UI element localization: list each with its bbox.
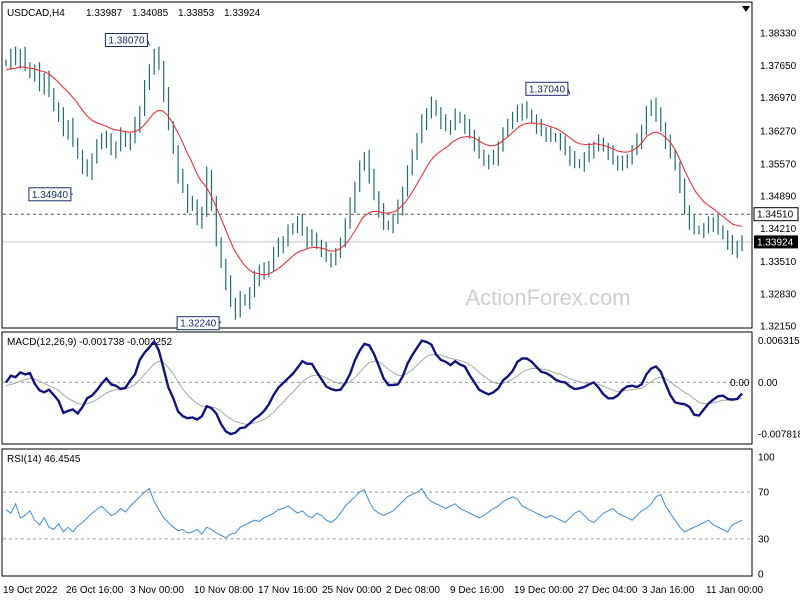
time-tick: 3 Jan 16:00 bbox=[642, 585, 695, 596]
time-tick: 25 Nov 00:00 bbox=[322, 585, 382, 596]
price-tick: 1.32150 bbox=[760, 322, 797, 333]
price-label-text: 1.32240 bbox=[180, 319, 217, 330]
price-tick: 1.34890 bbox=[760, 192, 797, 203]
price-tick: 1.35570 bbox=[760, 159, 797, 170]
macd-panel bbox=[1, 331, 753, 445]
time-tick: 10 Nov 08:00 bbox=[194, 585, 254, 596]
rsi-tick: 30 bbox=[758, 534, 770, 545]
rsi-tick: 0 bbox=[758, 570, 764, 581]
price-tick: 1.36270 bbox=[760, 126, 797, 137]
current-price-label: 1.33924 bbox=[757, 237, 794, 248]
rsi-title: RSI(14) 46.4545 bbox=[7, 454, 81, 465]
time-tick: 19 Dec 00:00 bbox=[514, 585, 574, 596]
time-tick: 27 Dec 04:00 bbox=[578, 585, 638, 596]
price-panel bbox=[1, 1, 753, 329]
time-tick: 9 Dec 16:00 bbox=[450, 585, 504, 596]
ohlc-open: 1.33987 bbox=[86, 8, 123, 19]
price-label-text: 1.34940 bbox=[32, 190, 69, 201]
macd-zero-label: 0.00 bbox=[730, 378, 750, 389]
price-axis: 1.38330 1.37650 1.36970 1.36270 1.35570 … bbox=[760, 29, 797, 333]
time-axis: 19 Oct 2022 26 Oct 16:00 3 Nov 00:00 10 … bbox=[3, 585, 764, 596]
time-tick: 11 Jan 00:00 bbox=[706, 585, 764, 596]
rsi-tick: 70 bbox=[758, 488, 770, 499]
price-tick: 1.32830 bbox=[760, 289, 797, 300]
price-label-high: 1.38070 bbox=[104, 33, 150, 47]
price-tick: 1.34210 bbox=[760, 224, 797, 235]
dashed-level-badge: 1.34510 bbox=[753, 207, 799, 222]
time-tick: 19 Oct 2022 bbox=[3, 585, 58, 596]
price-tick: 1.38330 bbox=[760, 29, 797, 40]
price-label-text: 1.38070 bbox=[108, 36, 145, 47]
chart-window: ActionForex.com USDCAD,H4 1.33987 1.3408… bbox=[0, 0, 800, 600]
macd-title: MACD(12,26,9) -0.001738 -0.002252 bbox=[7, 337, 173, 348]
price-tick: 1.36970 bbox=[760, 93, 797, 104]
rsi-tick: 100 bbox=[758, 453, 775, 464]
price-label-text: 1.37040 bbox=[529, 84, 566, 95]
macd-tick: -0.007818 bbox=[758, 430, 800, 441]
watermark: ActionForex.com bbox=[465, 285, 630, 310]
price-label-low: 1.32240 bbox=[176, 316, 222, 331]
price-label-swing-high: 1.37040 bbox=[525, 81, 571, 96]
price-tick: 1.33510 bbox=[760, 257, 797, 268]
dashed-level-label: 1.34510 bbox=[757, 210, 794, 221]
time-tick: 17 Nov 16:00 bbox=[258, 585, 318, 596]
time-tick: 26 Oct 16:00 bbox=[66, 585, 124, 596]
ohlc-high: 1.34085 bbox=[132, 8, 169, 19]
ohlc-close: 1.33924 bbox=[224, 8, 261, 19]
symbol-timeframe: USDCAD,H4 bbox=[7, 8, 65, 19]
macd-tick: 0.00 bbox=[758, 378, 778, 389]
current-price-badge: 1.33924 bbox=[754, 235, 798, 249]
price-tick: 1.37650 bbox=[760, 61, 797, 72]
ohlc-low: 1.33853 bbox=[178, 8, 215, 19]
time-tick: 3 Nov 00:00 bbox=[130, 585, 184, 596]
usdcad-chart: ActionForex.com USDCAD,H4 1.33987 1.3408… bbox=[1, 1, 800, 596]
price-label-swing-low: 1.34940 bbox=[28, 187, 74, 202]
macd-tick: 0.006315 bbox=[758, 336, 800, 347]
time-tick: 2 Dec 08:00 bbox=[386, 585, 440, 596]
